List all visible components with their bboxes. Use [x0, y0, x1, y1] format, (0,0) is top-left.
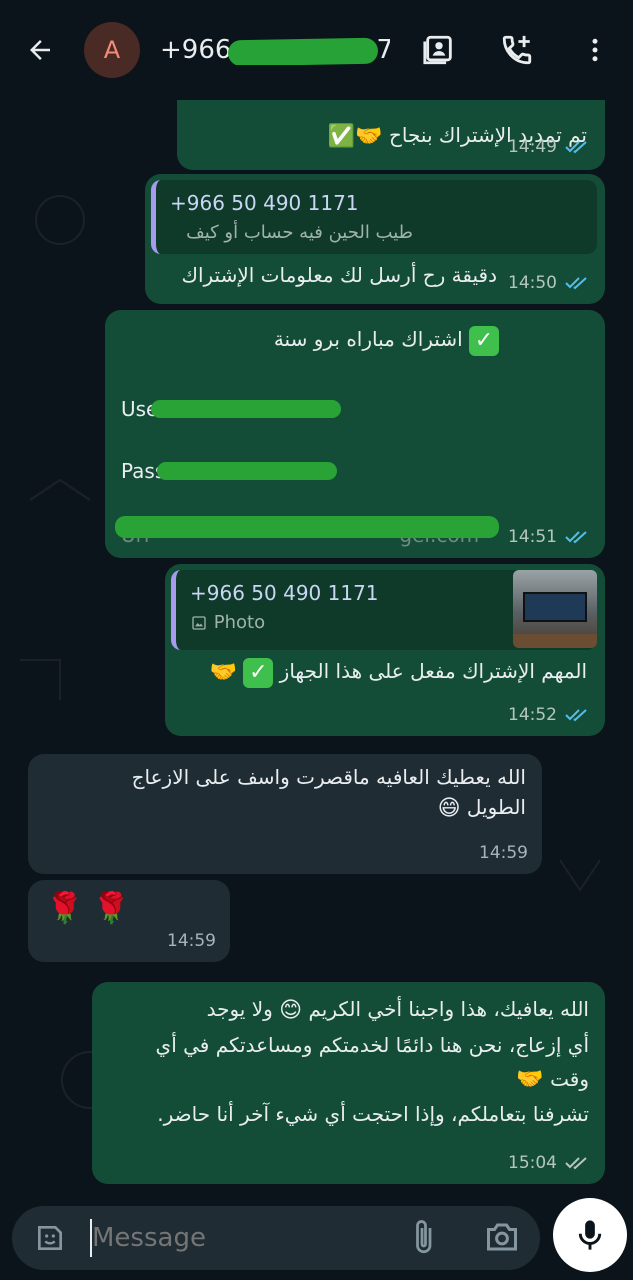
double-check-icon	[565, 709, 587, 722]
message-meta: 14:59	[167, 926, 216, 956]
check-mark-emoji: ✓	[243, 657, 274, 688]
message-time: 15:04	[508, 1153, 557, 1173]
message-time: 14:49	[508, 137, 557, 157]
mic-icon	[578, 1220, 602, 1250]
double-check-icon	[565, 277, 587, 290]
quoted-text: طيب الحين فيه حساب أو كيف	[186, 222, 413, 243]
smiling-emoji: 😊	[279, 997, 303, 1023]
quoted-sender: +966 50 490 1171	[170, 191, 359, 215]
contact-card-icon	[423, 35, 452, 65]
message-outgoing[interactable]: الله يعافيك، هذا واجبنا أخي الكريم 😊 ولا…	[92, 982, 605, 1184]
message-time: 14:59	[479, 843, 528, 863]
message-line: الله يعطيك العافيه ماقصرت واسف على الازع…	[131, 765, 526, 789]
check-mark-emoji: ✓	[469, 325, 499, 356]
message-list[interactable]: تم تمديد الإشتراك بنجاح 🤝✅ 14:49 +966 50…	[0, 100, 633, 1200]
double-check-icon	[565, 141, 587, 154]
redaction-scribble	[157, 462, 337, 480]
voice-record-button[interactable]	[553, 1198, 627, 1272]
quoted-sender: +966 50 490 1171	[190, 581, 379, 605]
message-outgoing[interactable]: ✓ اشتراك مباراه برو سنة Use Pass Urlgel.…	[105, 310, 605, 558]
message-meta: 14:49	[508, 132, 591, 162]
message-incoming[interactable]: 🌹 🌹 14:59	[28, 880, 230, 962]
redaction-scribble	[115, 516, 499, 538]
handshake-emoji: 🤝	[516, 1067, 544, 1092]
arrow-left-icon	[30, 40, 50, 60]
message-time: 14:50	[508, 273, 557, 293]
add-call-button[interactable]	[493, 25, 541, 75]
quoted-text: Photo	[213, 612, 266, 633]
message-body: المهم الإشتراك مفعل على هذا الجهاز	[279, 659, 587, 683]
double-check-grey-icon	[565, 1157, 587, 1170]
message-time: 14:51	[508, 527, 557, 547]
composer	[12, 1206, 540, 1270]
message-time: 14:52	[508, 705, 557, 725]
subscription-title: ✓ اشتراك مباراه برو سنة	[274, 324, 499, 356]
more-options-button[interactable]	[571, 25, 619, 75]
avatar-letter: A	[103, 36, 121, 64]
message-outgoing[interactable]: +966 50 490 1171 Photo المهم الإشتراك مف…	[165, 564, 605, 736]
message-incoming[interactable]: الله يعطيك العافيه ماقصرت واسف على الازع…	[28, 754, 542, 874]
message-line: وقت	[550, 1066, 589, 1091]
redaction-scribble	[227, 37, 379, 65]
message-meta: 14:51	[508, 522, 591, 552]
message-line: أي إزعاج، نحن هنا دائمًا لخدمتكم ومساعدت…	[155, 1032, 589, 1057]
camera-icon	[487, 1223, 517, 1251]
message-line: تشرفنا بتعاملكم، وإذا احتجت أي شيء آخر أ…	[157, 1102, 589, 1126]
message-meta: 14:50	[508, 268, 591, 298]
message-outgoing[interactable]: +966 50 490 1171 طيب الحين فيه حساب أو ك…	[145, 174, 605, 304]
quoted-message[interactable]: +966 50 490 1171 طيب الحين فيه حساب أو ك…	[151, 180, 597, 254]
message-text: الله يعافيك، هذا واجبنا أخي الكريم 😊 ولا…	[99, 992, 589, 1131]
emoji-sticker-icon	[38, 1226, 62, 1250]
photo-icon	[192, 616, 206, 630]
message-text: دقيقة رح أرسل لك معلومات الإشتراك	[181, 263, 497, 287]
handshake-emoji: 🤝	[209, 659, 237, 685]
redaction-scribble	[151, 400, 341, 418]
handshake-check-emoji: 🤝✅	[327, 123, 383, 149]
contact-card-button[interactable]	[415, 25, 463, 75]
photo-thumbnail	[513, 570, 597, 648]
avatar[interactable]: A	[84, 22, 140, 78]
message-meta: 14:52	[508, 700, 591, 730]
message-text: المهم الإشتراك مفعل على هذا الجهاز ✓ 🤝	[167, 656, 587, 688]
contact-number: +966	[160, 35, 232, 65]
chat-header: A +966 171	[0, 0, 633, 100]
message-line: الطويل	[466, 795, 526, 819]
attach-icon	[416, 1220, 432, 1254]
emoji-button[interactable]	[30, 1218, 70, 1258]
camera-button[interactable]	[484, 1220, 520, 1258]
more-vert-icon	[592, 38, 598, 62]
contact-title[interactable]: +966 171	[160, 35, 390, 65]
attach-button[interactable]	[410, 1218, 440, 1262]
back-button[interactable]	[10, 20, 70, 80]
message-meta: 15:04	[508, 1148, 591, 1178]
subscription-title-text: اشتراك مباراه برو سنة	[273, 327, 463, 351]
message-time: 14:59	[167, 931, 216, 951]
rose-emoji: 🌹 🌹	[46, 891, 131, 926]
message-text: الله يعطيك العافيه ماقصرت واسف على الازع…	[46, 762, 526, 824]
add-call-icon	[502, 35, 532, 65]
message-input[interactable]	[92, 1223, 392, 1253]
double-check-icon	[565, 531, 587, 544]
grinning-emoji: 😄	[437, 795, 461, 821]
quoted-message[interactable]: +966 50 490 1171 Photo	[171, 570, 597, 650]
message-outgoing[interactable]: تم تمديد الإشتراك بنجاح 🤝✅ 14:49	[177, 100, 605, 170]
message-line: ولا يوجد	[206, 997, 273, 1021]
quoted-photo-label: Photo	[190, 608, 497, 638]
message-meta: 14:59	[479, 838, 528, 868]
message-line: الله يعافيك، هذا واجبنا أخي الكريم	[308, 997, 589, 1021]
